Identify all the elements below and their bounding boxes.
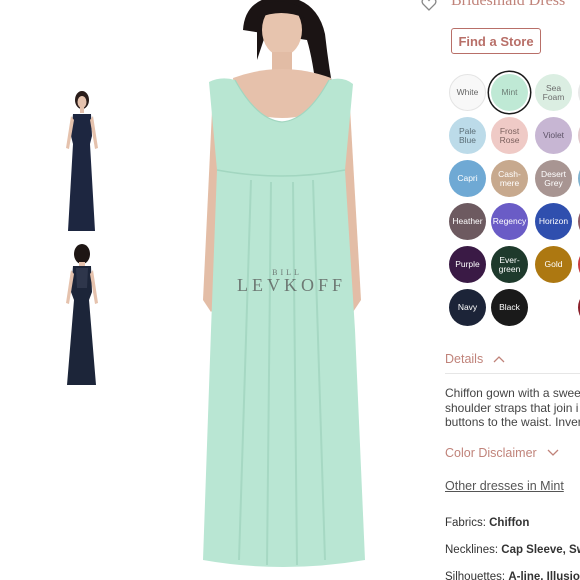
spec-value: Chiffon <box>489 517 530 529</box>
color-swatch[interactable]: Gold <box>535 246 572 283</box>
color-swatch[interactable]: Capri <box>449 160 486 197</box>
color-disclaimer-toggle[interactable]: Color Disclaimer <box>445 446 559 460</box>
details-toggle[interactable]: Details <box>445 352 505 366</box>
color-swatch-grid: White Mint Sea Foam Pale Blue Frost Rose Viol… <box>449 74 580 334</box>
color-swatch[interactable]: Black <box>491 289 528 326</box>
swatch-label: White <box>456 87 479 97</box>
brand-watermark: BILL LEVKOFF <box>237 268 347 296</box>
details-divider <box>445 373 580 374</box>
swatch-label: Pale Blue <box>458 125 476 145</box>
color-swatch[interactable]: Ever-green <box>491 246 528 283</box>
spec-value: A-line, Illusion <box>508 571 580 580</box>
color-swatch[interactable]: Desert Grey <box>535 160 572 197</box>
product-title: Bridesmaid Dress <box>451 0 566 9</box>
swatch-label: Violet <box>542 130 565 140</box>
description-line: Chiffon gown with a sweet <box>445 386 580 400</box>
spec-value: Cap Sleeve, Swe <box>501 544 580 556</box>
spec-name: Fabrics: <box>445 517 486 529</box>
product-page: BILL LEVKOFF Bridesmaid Dress Find a Sto… <box>0 0 580 580</box>
swatch-label: Purple <box>455 259 480 269</box>
chevron-up-icon <box>493 356 505 363</box>
chevron-down-icon <box>547 449 559 456</box>
spec-fabrics: Fabrics: Chiffon <box>445 517 529 529</box>
heart-icon[interactable] <box>421 0 437 12</box>
spec-name: Necklines: <box>445 544 499 556</box>
watermark-brand-text: LEVKOFF <box>237 275 347 295</box>
thumbnail-front-navy[interactable] <box>56 86 106 236</box>
find-store-button[interactable]: Find a Store <box>451 28 541 54</box>
color-disclaimer-label: Color Disclaimer <box>445 446 537 460</box>
swatch-label: Black <box>499 302 520 312</box>
swatch-label: Horizon <box>538 216 569 226</box>
color-swatch[interactable]: Horizon <box>535 203 572 240</box>
spec-silhouettes: Silhouettes: A-line, Illusion <box>445 571 580 580</box>
swatch-label: Desert Grey <box>540 168 567 188</box>
color-swatch[interactable]: Frost Rose <box>491 117 528 154</box>
swatch-label: Sea Foam <box>542 82 565 102</box>
description-line: shoulder straps that join i <box>445 400 579 415</box>
other-dresses-link[interactable]: Other dresses in Mint <box>445 479 564 493</box>
color-swatch[interactable]: White <box>449 74 486 111</box>
swatch-label: Ever-green <box>498 254 521 274</box>
details-label: Details <box>445 352 484 366</box>
color-swatch[interactable]: Cash-mere <box>491 160 528 197</box>
description-line: buttons to the waist. Inver <box>445 415 580 429</box>
swatch-label: Cash-mere <box>498 168 521 188</box>
thumbnail-back-navy[interactable] <box>56 240 106 390</box>
swatch-label: Regency <box>492 216 527 226</box>
swatch-label: Mint <box>501 87 518 97</box>
color-swatch[interactable]: Purple <box>449 246 486 283</box>
spec-necklines: Necklines: Cap Sleeve, Swe <box>445 544 580 556</box>
color-swatch[interactable]: Heather <box>449 203 486 240</box>
spec-name: Silhouettes: <box>445 571 506 580</box>
swatch-label: Capri <box>457 173 478 183</box>
color-swatch[interactable]: Mint <box>491 74 528 111</box>
color-swatch[interactable]: Regency <box>491 203 528 240</box>
product-description: Chiffon gown with a sweet shoulder strap… <box>445 386 580 430</box>
swatch-label: Heather <box>452 216 483 226</box>
swatch-label: Navy <box>457 302 478 312</box>
color-swatch[interactable]: Sea Foam <box>535 74 572 111</box>
color-swatch[interactable]: Pale Blue <box>449 117 486 154</box>
swatch-label: Gold <box>544 259 563 269</box>
swatch-label: Frost Rose <box>499 125 520 145</box>
color-swatch[interactable]: Navy <box>449 289 486 326</box>
color-swatch[interactable]: Violet <box>535 117 572 154</box>
